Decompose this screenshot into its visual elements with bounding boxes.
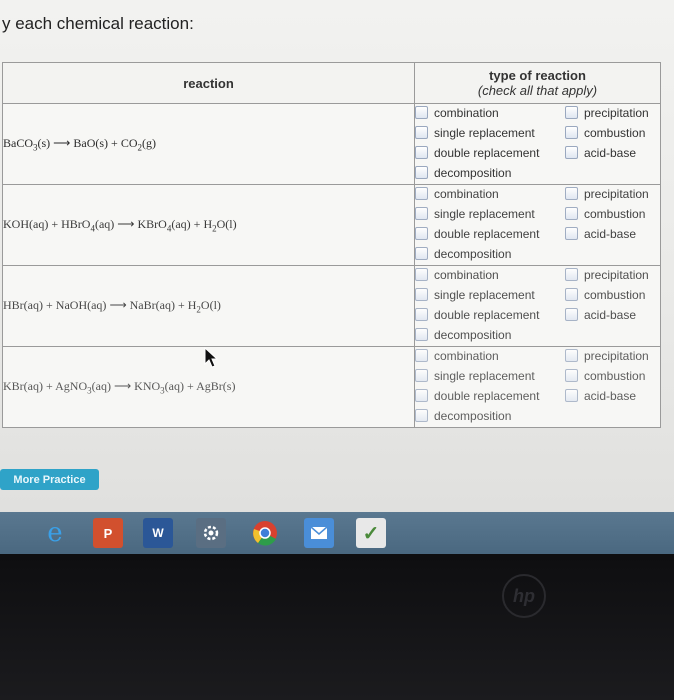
checkbox-combustion[interactable]: combustion <box>565 367 660 384</box>
checkbox-double-replacement[interactable]: double replacement <box>415 144 565 161</box>
internet-explorer-icon[interactable]: e <box>40 518 70 548</box>
table-row: BaCO3(s) ⟶ BaO(s) + CO2(g) combination p… <box>2 103 661 185</box>
more-practice-button[interactable]: More Practice <box>0 469 99 490</box>
header-type-subtitle: (check all that apply) <box>477 83 598 98</box>
powerpoint-icon[interactable]: P <box>93 518 123 548</box>
reaction-type-options: combination precipitation single replace… <box>414 265 661 347</box>
checkbox-decomposition[interactable]: decomposition <box>415 407 660 424</box>
browser-content: y each chemical reaction: reaction type … <box>0 0 674 512</box>
checkbox-combination[interactable]: combination <box>415 104 565 121</box>
checkbox-single-replacement[interactable]: single replacement <box>415 286 565 303</box>
checkbox-combination[interactable]: combination <box>415 266 565 283</box>
checkbox-precipitation[interactable]: precipitation <box>565 266 660 283</box>
checkbox-precipitation[interactable]: precipitation <box>565 347 660 364</box>
checkbox-single-replacement[interactable]: single replacement <box>415 124 565 141</box>
equation: HBr(aq) + NaOH(aq) ⟶ NaBr(aq) + H2O(l) <box>2 265 415 347</box>
taskbar: e P W ✓ <box>0 512 674 554</box>
checkbox-double-replacement[interactable]: double replacement <box>415 225 565 242</box>
checkbox-combustion[interactable]: combustion <box>565 205 660 222</box>
checkbox-precipitation[interactable]: precipitation <box>565 185 660 202</box>
header-type-title: type of reaction <box>489 68 586 83</box>
checkbox-decomposition[interactable]: decomposition <box>415 164 660 181</box>
checkbox-acid-base[interactable]: acid-base <box>565 225 660 242</box>
word-icon[interactable]: W <box>143 518 173 548</box>
table-row: KOH(aq) + HBrO4(aq) ⟶ KBrO4(aq) + H2O(l)… <box>2 184 661 266</box>
checkbox-acid-base[interactable]: acid-base <box>565 306 660 323</box>
gear-icon <box>203 525 219 541</box>
envelope-icon <box>310 526 328 539</box>
chrome-logo-icon <box>253 521 277 546</box>
checkbox-combustion[interactable]: combustion <box>565 124 660 141</box>
reaction-type-options: combination precipitation single replace… <box>414 184 661 266</box>
header-reaction: reaction <box>2 62 415 104</box>
table-row: HBr(aq) + NaOH(aq) ⟶ NaBr(aq) + H2O(l) c… <box>2 265 661 347</box>
hp-logo-icon: hp <box>502 574 546 618</box>
checkbox-acid-base[interactable]: acid-base <box>565 387 660 404</box>
reaction-type-options: combination precipitation single replace… <box>414 346 661 428</box>
checkbox-single-replacement[interactable]: single replacement <box>415 205 565 222</box>
checkbox-decomposition[interactable]: decomposition <box>415 245 660 262</box>
settings-icon[interactable] <box>196 518 226 548</box>
checkbox-precipitation[interactable]: precipitation <box>565 104 660 121</box>
header-type: type of reaction (check all that apply) <box>414 62 661 104</box>
checkbox-double-replacement[interactable]: double replacement <box>415 306 565 323</box>
checkbox-combination[interactable]: combination <box>415 347 565 364</box>
chrome-icon[interactable] <box>250 518 280 548</box>
checkbox-combustion[interactable]: combustion <box>565 286 660 303</box>
mail-icon[interactable] <box>304 518 334 548</box>
checkbox-decomposition[interactable]: decomposition <box>415 326 660 343</box>
mouse-cursor-icon <box>204 347 219 368</box>
monitor-bezel <box>0 554 674 700</box>
equation: KOH(aq) + HBrO4(aq) ⟶ KBrO4(aq) + H2O(l) <box>2 184 415 266</box>
checkbox-double-replacement[interactable]: double replacement <box>415 387 565 404</box>
reaction-type-options: combination precipitation single replace… <box>414 103 661 185</box>
instruction-text: y each chemical reaction: <box>2 14 194 33</box>
equation: BaCO3(s) ⟶ BaO(s) + CO2(g) <box>2 103 415 185</box>
checkbox-single-replacement[interactable]: single replacement <box>415 367 565 384</box>
check-icon[interactable]: ✓ <box>356 518 386 548</box>
checkbox-combination[interactable]: combination <box>415 185 565 202</box>
table-row: KBr(aq) + AgNO3(aq) ⟶ KNO3(aq) + AgBr(s)… <box>2 346 661 428</box>
checkbox-acid-base[interactable]: acid-base <box>565 144 660 161</box>
reaction-table: reaction type of reaction (check all tha… <box>2 62 661 428</box>
